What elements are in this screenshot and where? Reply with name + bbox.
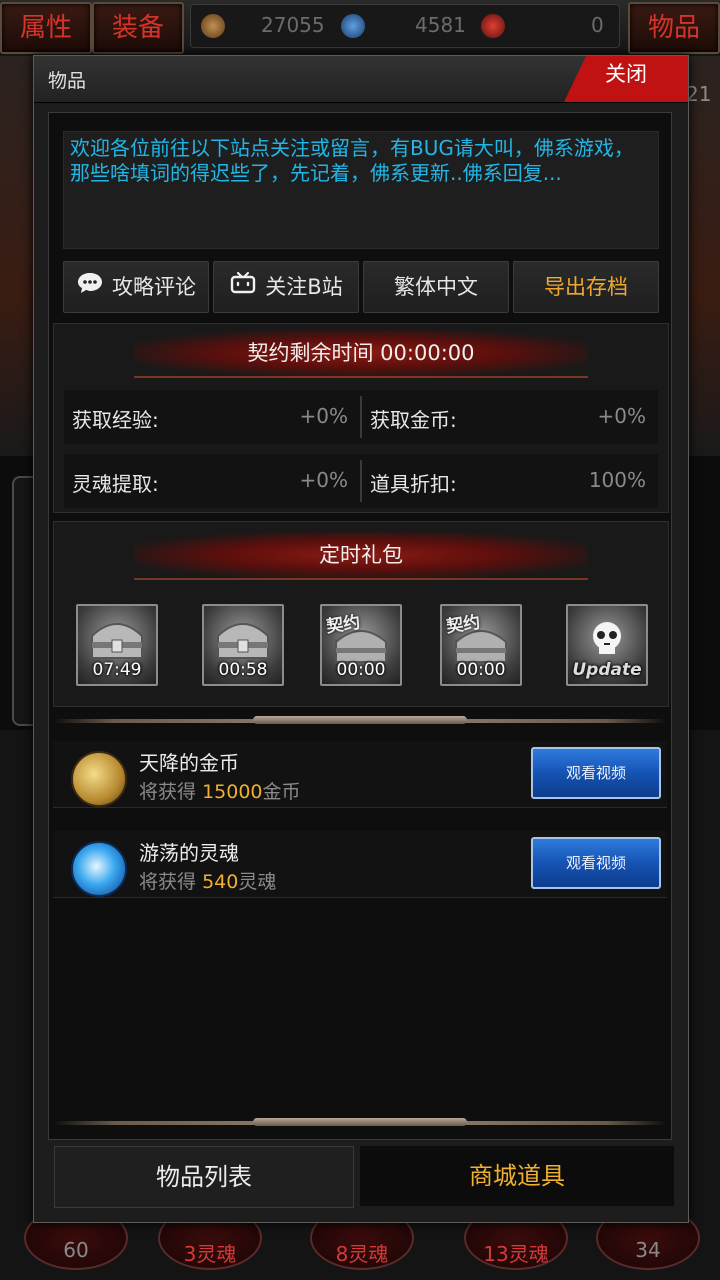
- export-save-button[interactable]: 导出存档: [513, 261, 659, 313]
- watch-video-button[interactable]: 观看视频: [531, 747, 661, 799]
- bilibili-tv-icon: [229, 263, 257, 313]
- tab-items[interactable]: 物品: [628, 2, 720, 54]
- items-modal: 物品 关闭 欢迎各位前往以下站点关注或留言，有BUG请大叫，佛系游戏，那些啥填词…: [33, 55, 689, 1223]
- gift-tag: 契约: [325, 612, 362, 638]
- follow-bilibili-button[interactable]: 关注B站: [213, 261, 359, 313]
- stat-exp: 获取经验: +0%: [64, 390, 360, 444]
- contract-timer-banner: 契约剩余时间 00:00:00: [134, 330, 588, 378]
- gift-timer: 07:49: [92, 660, 142, 680]
- follow-bilibili-label: 关注B站: [265, 275, 343, 299]
- tab-attributes[interactable]: 属性: [0, 2, 92, 54]
- stat-soul: 灵魂提取: +0%: [64, 454, 360, 508]
- gift-chest-2[interactable]: 00:58: [202, 604, 284, 686]
- gift-timer: 00:00: [336, 660, 386, 680]
- top-bar: 属性 装备 27055 4581 0 物品: [0, 0, 720, 57]
- stat-label: 道具折扣:: [370, 472, 457, 496]
- currency-bar: 27055 4581 0: [190, 4, 620, 48]
- stat-value: +0%: [597, 404, 647, 428]
- stat-discount: 道具折扣: 100%: [362, 454, 658, 508]
- crystal-icon: [481, 14, 505, 38]
- reward-desc-prefix: 将获得: [139, 781, 197, 803]
- stat-label: 获取金币:: [370, 408, 457, 432]
- currency-soul-value: 4581: [415, 13, 466, 37]
- currency-gold-value: 27055: [261, 13, 325, 37]
- gift-contract-2[interactable]: 契约 00:00: [440, 604, 522, 686]
- traditional-chinese-button[interactable]: 繁体中文: [363, 261, 509, 313]
- reward-unit: 灵魂: [238, 871, 277, 893]
- watch-video-button[interactable]: 观看视频: [531, 837, 661, 889]
- stat-value: 100%: [588, 468, 646, 492]
- section-divider: [53, 1118, 667, 1126]
- reward-amount: 540: [202, 871, 239, 893]
- modal-title: 物品: [48, 70, 87, 92]
- background-number: 21: [686, 82, 712, 106]
- reward-row-soul: 游荡的灵魂 将获得 540灵魂 观看视频: [53, 831, 667, 898]
- stat-value: +0%: [299, 468, 349, 492]
- stat-value: +0%: [299, 404, 349, 428]
- bottom-skill-label: 60: [63, 1238, 89, 1262]
- reward-row-gold: 天降的金币 将获得 15000金币 观看视频: [53, 741, 667, 808]
- stat-row: 灵魂提取: +0% 道具折扣: 100%: [64, 454, 658, 508]
- gift-update-label: Update: [572, 660, 642, 680]
- currency-crystal-value: 0: [591, 13, 604, 37]
- gold-coin-icon: [201, 14, 225, 38]
- reward-amount: 15000: [202, 781, 263, 803]
- contract-section: 契约剩余时间 00:00:00 获取经验: +0% 获取金币: +0% 灵魂提取…: [53, 323, 669, 513]
- reward-name: 游荡的灵魂: [139, 841, 239, 865]
- reward-desc-prefix: 将获得: [139, 871, 197, 893]
- guide-comments-label: 攻略评论: [112, 275, 196, 299]
- reward-description: 将获得 15000金币: [139, 777, 301, 804]
- bottom-skill-label: 34: [635, 1238, 661, 1262]
- section-divider: [53, 716, 667, 724]
- chat-bubble-icon: [76, 263, 104, 313]
- gift-chest-1[interactable]: 07:49: [76, 604, 158, 686]
- stat-row: 获取经验: +0% 获取金币: +0%: [64, 390, 658, 444]
- bottom-skill-label: 8灵魂: [335, 1242, 389, 1266]
- tab-equipment[interactable]: 装备: [92, 2, 184, 54]
- notice-text: 欢迎各位前往以下站点关注或留言，有BUG请大叫，佛系游戏，那些啥填词的得迟些了，…: [63, 131, 659, 249]
- gift-update[interactable]: Update: [566, 604, 648, 686]
- stat-label: 灵魂提取:: [72, 472, 159, 496]
- timed-gifts-section: 定时礼包 07:49 00:58 契约 00:00 契约 00:00 Updat…: [53, 521, 669, 707]
- stat-gold: 获取金币: +0%: [362, 390, 658, 444]
- action-button-row: 攻略评论 关注B站 繁体中文 导出存档: [63, 261, 659, 313]
- bottom-skill-label: 13灵魂: [483, 1242, 549, 1266]
- tab-item-list[interactable]: 物品列表: [54, 1146, 354, 1208]
- modal-header: 物品 关闭: [34, 56, 688, 103]
- blue-soul-icon: [71, 841, 127, 897]
- modal-content: 欢迎各位前往以下站点关注或留言，有BUG请大叫，佛系游戏，那些啥填词的得迟些了，…: [48, 112, 672, 1140]
- gift-timer: 00:58: [218, 660, 268, 680]
- soul-icon: [341, 14, 365, 38]
- reward-unit: 金币: [262, 781, 301, 803]
- timed-gifts-banner: 定时礼包: [134, 532, 588, 580]
- gold-coins-icon: [71, 751, 127, 807]
- gift-timer: 00:00: [456, 660, 506, 680]
- tab-shop-items[interactable]: 商城道具: [360, 1146, 674, 1206]
- reward-name: 天降的金币: [139, 751, 239, 775]
- gift-contract-1[interactable]: 契约 00:00: [320, 604, 402, 686]
- reward-description: 将获得 540灵魂: [139, 867, 276, 894]
- guide-comments-button[interactable]: 攻略评论: [63, 261, 209, 313]
- close-button[interactable]: 关闭: [564, 56, 688, 102]
- gift-tag: 契约: [445, 612, 482, 638]
- bottom-skill-label: 3灵魂: [183, 1242, 237, 1266]
- stat-label: 获取经验:: [72, 408, 159, 432]
